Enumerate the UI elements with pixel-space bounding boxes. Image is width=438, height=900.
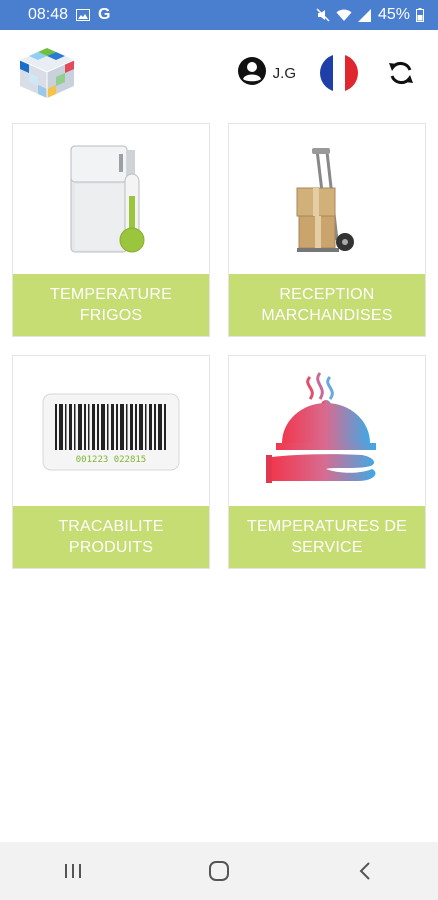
status-time: 08:48 [28, 6, 69, 23]
image-icon [76, 9, 91, 21]
tile-label: RECEPTION MARCHANDISES [229, 274, 425, 336]
tile-label-line1: TEMPERATURES DE [246, 518, 408, 535]
france-flag[interactable] [320, 54, 358, 92]
user-name: J.G [272, 64, 296, 82]
battery-percent: 45% [377, 6, 410, 23]
status-bar: 08:48 G 45% [0, 0, 438, 30]
tile-label-line1: RECEPTION [279, 286, 375, 303]
tile-label-line1: TEMPERATURE [50, 286, 172, 303]
battery-icon [416, 8, 424, 22]
mute-icon [316, 8, 330, 22]
user-account[interactable]: J.G [237, 56, 296, 91]
tile-label-line2: PRODUITS [68, 539, 154, 556]
signal-icon [357, 8, 372, 22]
sync-icon[interactable] [386, 58, 416, 88]
tile-label: TEMPERATURE FRIGOS [13, 274, 209, 336]
hand-truck-boxes-icon [229, 124, 425, 276]
tile-reception-marchandises[interactable]: RECEPTION MARCHANDISES [228, 123, 426, 337]
g-icon: G [98, 6, 111, 23]
back-icon[interactable] [335, 851, 395, 891]
tile-tracabilite-produits[interactable]: 001223 022815 TRACABILITE PRODUITS [12, 355, 210, 569]
tile-label-line2: SERVICE [291, 539, 363, 556]
tile-label: TEMPERATURES DE SERVICE [229, 506, 425, 568]
cloche-hand-icon [229, 356, 425, 508]
cube-logo[interactable] [14, 44, 80, 102]
tile-label: TRACABILITE PRODUITS [13, 506, 209, 568]
user-circle-icon [237, 56, 267, 91]
app-header: J.G [0, 30, 438, 116]
home-icon[interactable] [189, 851, 249, 891]
wifi-icon [336, 9, 352, 22]
barcode-icon: 001223 022815 [13, 356, 209, 508]
tile-temperatures-de-service[interactable]: TEMPERATURES DE SERVICE [228, 355, 426, 569]
tile-label-line2: FRIGOS [79, 307, 143, 324]
tile-label-line2: MARCHANDISES [261, 307, 393, 324]
tile-label-line1: TRACABILITE [58, 518, 164, 535]
navigation-bar [0, 842, 438, 900]
fridge-thermometer-icon [13, 124, 209, 276]
tile-temperature-frigos[interactable]: TEMPERATURE FRIGOS [12, 123, 210, 337]
recent-apps-icon[interactable] [43, 851, 103, 891]
barcode-digits: 001223 022815 [76, 455, 146, 465]
